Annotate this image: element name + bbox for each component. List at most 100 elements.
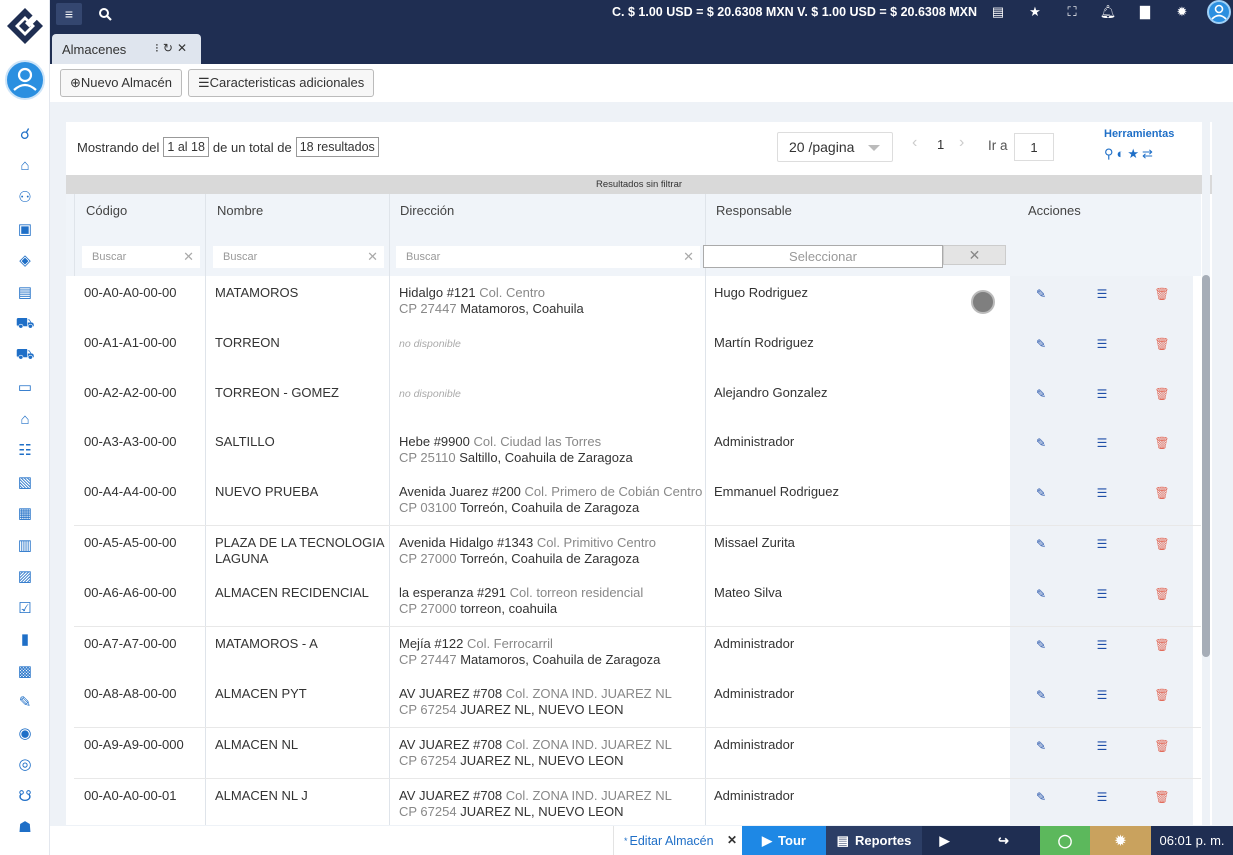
hand-money-icon[interactable]: ☋ [15,786,35,806]
bank-icon[interactable]: ⌂ [15,409,35,429]
next-page-icon[interactable]: › [959,134,964,152]
share-icon[interactable]: ↪ [967,826,1040,855]
people-icon[interactable]: ☷ [15,440,35,460]
factory-icon[interactable]: ⌂ [15,155,35,175]
trash-icon[interactable]: 🗑︎ [1153,737,1171,755]
address-filter-input[interactable]: Buscar ✕ [396,246,700,268]
truck-icon[interactable]: ⛟ [15,345,35,365]
list-icon[interactable]: ☰ [1093,788,1111,806]
list-icon[interactable]: ☰ [1093,686,1111,704]
trash-icon[interactable]: 🗑︎ [1153,788,1171,806]
table-row[interactable]: 00-A0-A0-00-00 MATAMOROS Hidalgo #121 Col.… [74,276,1201,327]
gear-icon[interactable]: ✹ [1172,2,1192,22]
user-profile-icon[interactable] [1207,0,1231,24]
list-icon[interactable]: ☰ [1093,434,1111,452]
trash-icon[interactable]: 🗑︎ [1153,585,1171,603]
tag-icon[interactable]: ◈ [15,250,35,270]
bar-chart-icon[interactable]: ▮ [15,629,35,649]
edit-icon[interactable]: ✎ [1032,585,1050,603]
gear-icon[interactable]: ✹ [1090,826,1151,855]
trash-icon[interactable]: 🗑︎ [1153,285,1171,303]
header-name[interactable]: Nombre [217,203,263,218]
star-icon[interactable]: ★ [1127,146,1142,161]
new-warehouse-button[interactable]: ⊕Nuevo Almacén [60,69,182,97]
dashboard-icon[interactable]: ▥ [15,535,35,555]
reports-button[interactable]: ▤ Reportes [826,826,922,855]
tab-almacenes[interactable]: Almacenes ⁝↻✕ [52,34,201,64]
video-icon[interactable]: ▶ [922,826,967,855]
trash-icon[interactable]: 🗑︎ [1153,484,1171,502]
bell-icon[interactable]: 🔔︎ [1098,2,1118,22]
inventory-icon[interactable]: ▩ [15,661,35,681]
chat-icon[interactable]: ▇ [1135,2,1155,22]
previous-page-icon[interactable]: ‹ [912,134,917,152]
clear-icon[interactable]: ✕ [683,249,694,265]
tab-menu-icon[interactable]: ⁝ [155,41,163,55]
location-pin-icon[interactable]: ◉ [15,723,35,743]
table-row[interactable]: 00-A7-A7-00-00 MATAMOROS - A Mejía #122 Co… [74,627,1201,678]
table-row[interactable]: 00-A1-A1-00-00 TORREON no disponible Martín… [74,326,1201,377]
clipboard-icon[interactable]: ▤ [15,282,35,302]
swap-icon[interactable]: ⇄ [1142,146,1156,161]
spreadsheet-icon[interactable]: ▦ [15,503,35,523]
per-page-select[interactable]: 20 /pagina [777,132,893,162]
visibility-icon[interactable]: ◐ [1117,146,1128,161]
list-icon[interactable]: ☰ [1093,585,1111,603]
list-icon[interactable]: ☰ [1093,335,1111,353]
chart-icon[interactable]: ▨ [15,566,35,586]
card-icon[interactable]: ▭ [15,377,35,397]
edit-icon[interactable]: ✎ [1032,686,1050,704]
tour-button[interactable]: ▶ Tour [742,826,826,855]
header-code[interactable]: Código [86,203,127,218]
list-icon[interactable]: ☰ [1093,737,1111,755]
search-icon[interactable] [94,3,116,25]
users-cash-icon[interactable]: ⚇ [15,187,35,207]
edit-icon[interactable]: ✎ [1032,335,1050,353]
additional-features-button[interactable]: ☰Caracteristicas adicionales [188,69,375,97]
network-icon[interactable]: ☌ [15,124,35,144]
table-row[interactable]: 00-A8-A8-00-00 ALMACEN PYT AV JUAREZ #708 … [74,677,1201,728]
currency-icon[interactable]: ▤ [988,2,1008,22]
edit-icon[interactable]: ✎ [1032,484,1050,502]
app-logo[interactable] [5,6,45,46]
responsible-clear-button[interactable]: ✕ [943,245,1006,265]
invoice-icon[interactable]: ▣ [15,219,35,239]
trash-icon[interactable]: 🗑︎ [1153,335,1171,353]
search-icon[interactable]: ⚲ [1104,146,1117,161]
close-icon[interactable]: ✕ [727,833,737,847]
name-filter-input[interactable]: Buscar ✕ [213,246,384,268]
table-row[interactable]: 00-A5-A5-00-00 PLAZA DE LA TECNOLOGIA LAG… [74,526,1201,577]
clear-icon[interactable]: ✕ [367,249,378,265]
trash-icon[interactable]: 🗑︎ [1153,686,1171,704]
table-row[interactable]: 00-A3-A3-00-00 SALTILLO Hebe #9900 Col. Ci… [74,425,1201,476]
tab-controls[interactable]: ⁝↻✕ [155,41,191,55]
refresh-icon[interactable]: ↻ [163,41,177,55]
header-address[interactable]: Dirección [400,203,454,218]
user-settings-icon[interactable]: ☗ [15,817,35,837]
support-icon[interactable]: ◎ [15,754,35,774]
edit-icon[interactable]: ✎ [1032,385,1050,403]
clear-icon[interactable]: ✕ [183,249,194,265]
edit-icon[interactable]: ✎ [1032,535,1050,553]
list-icon[interactable]: ☰ [1093,535,1111,553]
header-responsible[interactable]: Responsable [716,203,792,218]
table-row[interactable]: 00-A9-A9-00-000 ALMACEN NL AV JUAREZ #708 … [74,728,1201,779]
checkbox-icon[interactable]: ☑ [15,598,35,618]
goto-page-input[interactable]: 1 [1014,133,1054,161]
trash-icon[interactable]: 🗑︎ [1153,636,1171,654]
edit-icon[interactable]: ✎ [1032,434,1050,452]
edit-icon[interactable]: ✎ [1032,285,1050,303]
code-filter-input[interactable]: Buscar ✕ [82,246,200,268]
list-icon[interactable]: ☰ [1093,484,1111,502]
wrench-icon[interactable]: ✎ [15,692,35,712]
trash-icon[interactable]: 🗑︎ [1153,535,1171,553]
close-icon[interactable]: ✕ [177,41,191,55]
fullscreen-icon[interactable]: ⛶ [1062,2,1082,22]
user-avatar[interactable] [5,60,45,100]
scrollbar-thumb[interactable] [1202,275,1210,657]
whatsapp-icon[interactable]: ◯ [1040,826,1090,855]
list-icon[interactable]: ☰ [1093,385,1111,403]
hamburger-icon[interactable]: ≡ [56,3,82,25]
table-row[interactable]: 00-A6-A6-00-00 ALMACEN RECIDENCIAL la espe… [74,576,1201,627]
table-row[interactable]: 00-A2-A2-00-00 TORREON - GOMEZ no disponib… [74,376,1201,427]
